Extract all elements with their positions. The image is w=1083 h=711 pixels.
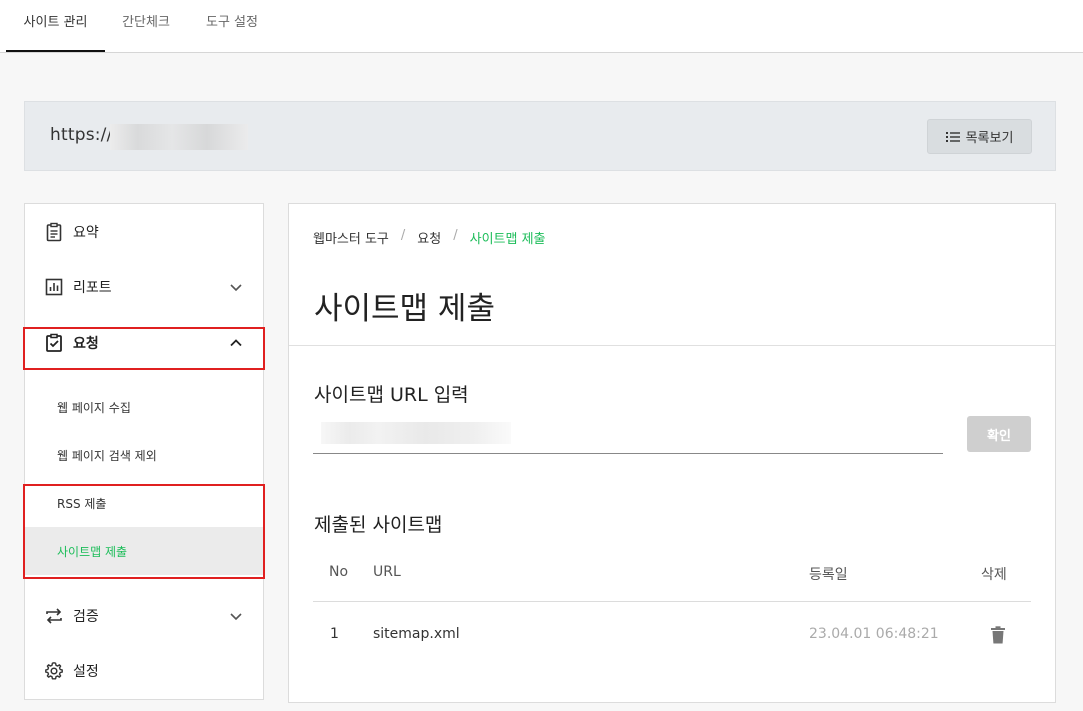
redacted-url-blur xyxy=(110,124,248,150)
clipboard-check-icon xyxy=(44,333,64,353)
divider xyxy=(289,345,1055,346)
tab-site-management[interactable]: 사이트 관리 xyxy=(6,0,105,52)
sidebar-item-request[interactable]: 요청 xyxy=(25,321,263,365)
tab-quick-check[interactable]: 간단체크 xyxy=(105,0,187,52)
table-divider xyxy=(313,601,1031,602)
sidebar-subitem-sitemap-submit[interactable]: 사이트맵 제출 xyxy=(25,527,263,575)
breadcrumb-item-current: 사이트맵 제출 xyxy=(469,232,546,247)
sidebar-item-verify[interactable]: 검증 xyxy=(25,594,263,638)
breadcrumb-item-webmaster[interactable]: 웹마스터 도구 xyxy=(313,228,389,247)
tab-tool-settings[interactable]: 도구 설정 xyxy=(187,0,277,52)
main-panel: 웹마스터 도구 / 요청 / 사이트맵 제출 사이트맵 제출 사이트맵 URL … xyxy=(288,203,1056,703)
table-cell-url: sitemap.xml xyxy=(373,626,460,642)
swap-arrows-icon xyxy=(44,606,64,626)
gear-icon xyxy=(44,661,64,681)
sidebar-item-label: 리포트 xyxy=(73,280,112,296)
sidebar-subitem-label: 웹 페이지 수집 xyxy=(57,400,131,415)
table-cell-no: 1 xyxy=(330,626,339,642)
sidebar-item-summary[interactable]: 요약 xyxy=(25,210,263,254)
sidebar-subitem-page-crawl[interactable]: 웹 페이지 수집 xyxy=(25,383,263,431)
sidebar-subitem-search-exclude[interactable]: 웹 페이지 검색 제외 xyxy=(25,431,263,479)
confirm-button[interactable]: 확인 xyxy=(967,416,1031,452)
sidebar-subitem-label: 웹 페이지 검색 제외 xyxy=(57,448,157,463)
sitemap-url-input[interactable] xyxy=(313,416,943,453)
site-url: https:// xyxy=(50,125,113,145)
breadcrumb-separator: / xyxy=(400,228,406,243)
trash-icon[interactable] xyxy=(990,626,1006,644)
list-icon xyxy=(945,131,960,142)
sidebar-subitem-label: 사이트맵 제출 xyxy=(57,544,128,559)
breadcrumb: 웹마스터 도구 / 요청 / 사이트맵 제출 xyxy=(313,228,546,247)
sidebar-subitem-rss-submit[interactable]: RSS 제출 xyxy=(25,479,263,527)
sidebar-item-label: 검증 xyxy=(73,609,99,625)
breadcrumb-item-request[interactable]: 요청 xyxy=(417,228,441,247)
table-header-delete: 삭제 xyxy=(981,567,1007,583)
list-view-label: 목록보기 xyxy=(965,131,1014,146)
chevron-down-icon xyxy=(230,613,242,621)
chevron-down-icon xyxy=(230,284,242,292)
page-title: 사이트맵 제출 xyxy=(314,291,495,327)
chevron-up-icon xyxy=(230,339,242,347)
site-url-bar: https:// 목록보기 xyxy=(24,101,1056,171)
sitemap-url-label: 사이트맵 URL 입력 xyxy=(314,384,469,406)
sidebar-item-settings[interactable]: 설정 xyxy=(25,649,263,693)
sidebar-item-label: 설정 xyxy=(73,664,99,680)
sitemap-url-field xyxy=(313,416,943,454)
sidebar-item-label: 요청 xyxy=(73,336,99,352)
list-view-button[interactable]: 목록보기 xyxy=(927,119,1032,154)
table-cell-date: 23.04.01 06:48:21 xyxy=(809,626,939,642)
sidebar-subitem-label: RSS 제출 xyxy=(57,496,107,511)
sidebar: 요약 리포트 요청 웹 페이지 수집 웹 페이지 검색 제외 RSS 제출 사이… xyxy=(24,203,264,700)
sidebar-item-label: 요약 xyxy=(73,225,99,241)
top-tab-bar: 사이트 관리 간단체크 도구 설정 xyxy=(0,0,1083,53)
clipboard-icon xyxy=(44,222,64,242)
sidebar-item-report[interactable]: 리포트 xyxy=(25,265,263,309)
submitted-sitemaps-label: 제출된 사이트맵 xyxy=(314,514,443,536)
table-header-no: No xyxy=(329,564,349,580)
bar-chart-icon xyxy=(44,277,64,297)
table-header-date: 등록일 xyxy=(809,567,848,583)
table-header-url: URL xyxy=(373,564,401,580)
breadcrumb-separator: / xyxy=(453,228,458,243)
